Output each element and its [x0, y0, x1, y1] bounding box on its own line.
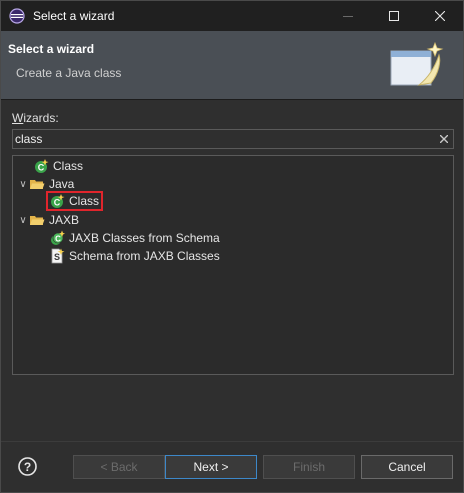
- tree-item-jaxb-classes-from-schema[interactable]: C JAXB Classes from Schema: [49, 229, 220, 247]
- footer-divider: [1, 441, 463, 442]
- banner-divider: [1, 99, 463, 100]
- next-button[interactable]: Next >: [165, 455, 257, 479]
- jaxb-classes-icon: C: [51, 230, 65, 245]
- maximize-icon: [389, 11, 399, 21]
- wizard-filter-input[interactable]: [13, 132, 435, 146]
- cancel-button[interactable]: Cancel: [361, 455, 453, 479]
- wizard-dialog: Select a wizard Select a wizard Create a…: [0, 0, 464, 493]
- svg-text:S: S: [54, 252, 60, 262]
- open-folder-icon: [30, 180, 45, 189]
- wizard-banner-icon: [390, 41, 444, 86]
- close-icon: [435, 11, 445, 21]
- close-button[interactable]: [417, 1, 463, 31]
- eclipse-icon: [9, 8, 25, 24]
- tree-item-class[interactable]: C Class: [33, 157, 83, 175]
- minimize-button[interactable]: [325, 1, 371, 31]
- clear-filter-button[interactable]: [435, 130, 453, 148]
- banner-title: Select a wizard: [8, 42, 95, 56]
- banner-subtitle: Create a Java class: [16, 66, 122, 80]
- tree-item-schema-from-jaxb-classes[interactable]: S Schema from JAXB Classes: [49, 247, 220, 265]
- new-class-icon: C: [51, 194, 65, 208]
- wizard-filter: [12, 129, 454, 149]
- open-folder-icon: [30, 216, 45, 225]
- schema-file-icon: S: [51, 248, 65, 264]
- tree-item-label: Java: [49, 177, 75, 191]
- tree-item-jaxb[interactable]: ∨ JAXB: [17, 211, 79, 229]
- back-button[interactable]: < Back: [73, 455, 165, 479]
- maximize-button[interactable]: [371, 1, 417, 31]
- wizard-tree: C Class ∨ Java C Class ∨ JAXB C JAXB Cla…: [12, 155, 454, 375]
- svg-text:?: ?: [24, 460, 31, 474]
- minimize-icon: [343, 16, 353, 17]
- svg-text:C: C: [54, 198, 61, 208]
- wizards-label-mnemonic: W: [12, 111, 24, 125]
- finish-button[interactable]: Finish: [263, 455, 355, 479]
- svg-text:C: C: [55, 235, 61, 244]
- clear-icon: [440, 135, 448, 143]
- tree-item-label: Schema from JAXB Classes: [69, 249, 220, 263]
- wizard-banner: Select a wizard Create a Java class: [1, 31, 463, 99]
- selected-item-outline: C Class: [46, 191, 104, 211]
- tree-item-label: Class: [53, 159, 84, 173]
- help-icon[interactable]: ?: [18, 457, 37, 476]
- chevron-down-icon[interactable]: ∨: [17, 175, 29, 193]
- new-class-icon: C: [35, 159, 49, 173]
- svg-text:C: C: [38, 163, 45, 173]
- tree-item-label: JAXB: [49, 213, 80, 227]
- tree-item-label: JAXB Classes from Schema: [69, 231, 220, 245]
- tree-item-label: Class: [69, 194, 100, 208]
- tree-item-java-class[interactable]: C Class: [46, 191, 104, 211]
- chevron-down-icon[interactable]: ∨: [17, 211, 29, 229]
- wizards-label-text: izards:: [23, 111, 59, 125]
- window-title: Select a wizard: [33, 9, 115, 23]
- title-bar: Select a wizard: [1, 1, 463, 31]
- wizards-label: Wizards:: [12, 111, 59, 125]
